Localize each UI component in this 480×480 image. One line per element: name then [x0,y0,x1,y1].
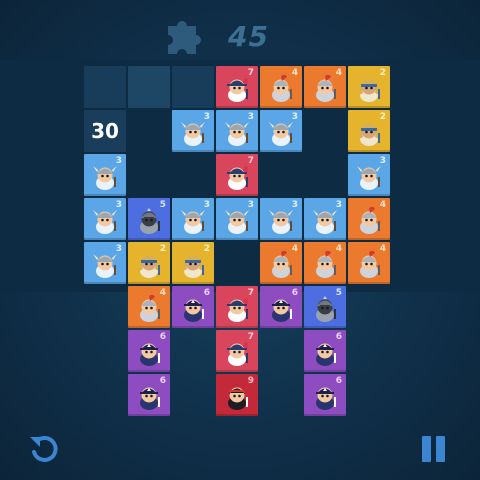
unit-tile-knight[interactable]: 4 [348,242,390,284]
timer-tile: 30 [84,110,126,152]
unit-level: 4 [379,200,386,210]
unit-level: 3 [115,200,122,210]
unit-level: 6 [335,332,342,342]
unit-tile-pirate[interactable]: 6 [260,286,302,328]
unit-tile-knight[interactable]: 4 [260,66,302,108]
unit-tile-viking[interactable]: 3 [216,110,258,152]
unit-level: 7 [247,332,254,342]
unit-level: 3 [115,244,122,254]
unit-tile-musketeer[interactable]: 7 [216,66,258,108]
unit-level: 7 [247,288,254,298]
unit-tile-knight[interactable]: 4 [260,242,302,284]
unit-tile-pharaoh[interactable]: 2 [348,110,390,152]
unit-level: 3 [291,112,298,122]
unit-level: 4 [291,244,298,254]
pause-bar-left [422,436,431,462]
empty-slot [172,66,214,108]
undo-icon[interactable] [28,433,60,465]
empty-slot [128,66,170,108]
unit-level: 4 [335,68,342,78]
unit-tile-viking[interactable]: 3 [260,110,302,152]
unit-tile-pirate[interactable]: 6 [304,374,346,416]
unit-tile-viking[interactable]: 3 [172,198,214,240]
unit-level: 6 [159,376,166,386]
unit-tile-viking[interactable]: 3 [216,198,258,240]
unit-tile-pirate[interactable]: 6 [304,330,346,372]
unit-level: 3 [335,200,342,210]
unit-level: 3 [291,200,298,210]
unit-tile-viking[interactable]: 3 [84,154,126,196]
unit-tile-armor[interactable]: 5 [128,198,170,240]
unit-tile-viking[interactable]: 3 [84,242,126,284]
unit-tile-pharaoh[interactable]: 2 [172,242,214,284]
unit-level: 2 [159,244,166,254]
game-board: 7 4 4 2 30 3 3 3 2 3 7 3 3 5 3 3 3 3 4 3 2 2 4 4 4 4 6 7 6 5 6 7 6 6 9 6 [84,66,392,418]
unit-level: 3 [203,200,210,210]
unit-tile-pirate[interactable]: 6 [128,374,170,416]
unit-tile-viking[interactable]: 3 [260,198,302,240]
empty-slot [84,66,126,108]
unit-tile-musketeer[interactable]: 7 [216,154,258,196]
unit-tile-viking[interactable]: 3 [348,154,390,196]
unit-tile-armor[interactable]: 5 [304,286,346,328]
unit-tile-viking[interactable]: 3 [304,198,346,240]
unit-level: 4 [291,68,298,78]
unit-tile-pharaoh[interactable]: 2 [128,242,170,284]
timer-value: 30 [91,119,119,143]
unit-tile-knight[interactable]: 4 [128,286,170,328]
unit-level: 3 [203,112,210,122]
hud: 45 [0,10,480,54]
unit-level: 6 [159,332,166,342]
unit-level: 9 [247,376,254,386]
unit-level: 5 [159,200,166,210]
unit-level: 6 [335,376,342,386]
unit-level: 4 [159,288,166,298]
unit-level: 2 [379,68,386,78]
unit-tile-viking[interactable]: 3 [172,110,214,152]
pause-icon[interactable] [420,436,448,464]
unit-tile-knight[interactable]: 4 [348,198,390,240]
unit-level: 4 [335,244,342,254]
moves-counter: 45 [228,20,269,53]
unit-tile-pharaoh[interactable]: 2 [348,66,390,108]
unit-tile-pirate[interactable]: 6 [172,286,214,328]
unit-level: 6 [203,288,210,298]
unit-level: 5 [335,288,342,298]
unit-tile-knight[interactable]: 4 [304,66,346,108]
unit-level: 2 [379,112,386,122]
pause-bar-right [436,436,445,462]
game-screen: 45 7 4 4 2 30 3 3 3 2 3 7 3 3 5 3 3 3 3 4 3 2 2 4 4 4 4 6 7 6 5 6 7 6 6 9 6 [0,0,480,480]
unit-level: 7 [247,68,254,78]
unit-level: 7 [247,156,254,166]
unit-tile-musketeer[interactable]: 7 [216,286,258,328]
unit-level: 3 [379,156,386,166]
unit-tile-musketeer[interactable]: 7 [216,330,258,372]
unit-level: 3 [247,112,254,122]
unit-level: 2 [203,244,210,254]
unit-level: 6 [291,288,298,298]
unit-level: 3 [247,200,254,210]
unit-tile-pirate[interactable]: 6 [128,330,170,372]
unit-tile-knight[interactable]: 4 [304,242,346,284]
unit-level: 3 [115,156,122,166]
unit-level: 4 [379,244,386,254]
unit-tile-ninja[interactable]: 9 [216,374,258,416]
unit-tile-viking[interactable]: 3 [84,198,126,240]
puzzle-piece-icon [168,20,201,54]
